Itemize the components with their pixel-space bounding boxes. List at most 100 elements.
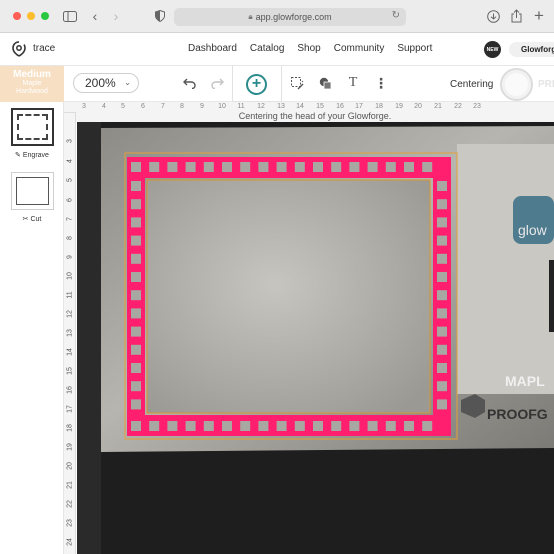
- nav-dashboard[interactable]: Dashboard: [188, 43, 237, 54]
- close-window-button[interactable]: [13, 12, 21, 20]
- text-tool-icon[interactable]: T: [345, 75, 361, 91]
- app-header: trace Dashboard Catalog Shop Community S…: [0, 33, 554, 66]
- cut-operation[interactable]: ✂ Cut: [0, 215, 64, 223]
- add-artwork-button[interactable]: +: [246, 74, 267, 95]
- perforation-square: [131, 399, 141, 410]
- design-canvas[interactable]: glow MAPL PROOFG: [77, 122, 554, 554]
- perforation-square: [437, 253, 447, 264]
- material-label: MAPL: [505, 373, 545, 389]
- vertical-ruler: 3 4 5 6 7 8 9 10 11 12 13 14 15 16 17 18…: [64, 113, 76, 554]
- ruler-tick-label: 18: [66, 424, 74, 432]
- material-selector[interactable]: Medium Maple Hardwood: [0, 66, 64, 102]
- proofgrade-label: PROOFG: [487, 406, 548, 422]
- address-bar[interactable]: 🔒︎ app.glowforge.com ↻: [174, 8, 406, 26]
- ruler-tick-label: 5: [66, 178, 74, 182]
- perforation-square: [131, 217, 141, 228]
- engrave-label: Engrave: [22, 152, 49, 159]
- perforation-square: [131, 181, 141, 191]
- trace-magic-icon[interactable]: [289, 75, 305, 91]
- perforation-square: [437, 344, 447, 355]
- perforation-square: [437, 399, 447, 410]
- operations-panel: ✎ Engrave ✂ Cut: [0, 102, 64, 554]
- perforation-square: [240, 421, 251, 431]
- shield-icon[interactable]: [152, 8, 168, 24]
- minimize-window-button[interactable]: [27, 12, 35, 20]
- ruler-tick-label: 4: [66, 159, 74, 163]
- ruler-tick-label: 16: [336, 103, 344, 110]
- perforation-square: [131, 199, 141, 210]
- zoom-value: 200%: [85, 76, 116, 90]
- perforation-square: [276, 421, 287, 431]
- ruler-tick-label: 12: [257, 103, 265, 110]
- undo-icon[interactable]: [181, 75, 197, 91]
- zoom-window-button[interactable]: [41, 12, 49, 20]
- new-tab-icon[interactable]: +: [531, 6, 547, 25]
- download-icon[interactable]: [485, 8, 501, 24]
- perforation-square: [131, 253, 141, 264]
- ruler-tick-label: 19: [395, 103, 403, 110]
- perforation-square: [258, 421, 269, 431]
- zoom-select[interactable]: 200% ⌄: [73, 73, 139, 93]
- glowforge-logo-icon[interactable]: [11, 41, 27, 57]
- reload-icon[interactable]: ↻: [392, 10, 400, 21]
- perforation-square: [131, 308, 141, 319]
- bed-camera-view: glow MAPL PROOFG: [77, 122, 554, 554]
- ruler-tick-label: 22: [66, 500, 74, 508]
- back-icon[interactable]: ‹: [87, 8, 103, 24]
- more-options-icon[interactable]: ⋮: [373, 75, 389, 91]
- perforation-square: [222, 162, 232, 172]
- material-kind: Hardwood: [16, 88, 48, 95]
- perforation-square: [404, 421, 414, 431]
- ruler-tick-label: 13: [66, 329, 74, 337]
- engrave-thumbnail[interactable]: [11, 108, 54, 146]
- perforation-square: [385, 421, 396, 431]
- redo-icon[interactable]: [209, 75, 225, 91]
- ruler-tick-label: 14: [66, 348, 74, 356]
- nav-support[interactable]: Support: [397, 43, 432, 54]
- ruler-tick-label: 21: [66, 481, 74, 489]
- ruler-tick-label: 18: [375, 103, 383, 110]
- engrave-frame-preview: [17, 114, 48, 140]
- perforation-square: [294, 162, 305, 172]
- print-button[interactable]: [500, 68, 533, 101]
- engrave-operation[interactable]: ✎ Engrave: [0, 151, 64, 159]
- cut-label: Cut: [30, 216, 42, 223]
- nav-shop[interactable]: Shop: [297, 43, 320, 54]
- ruler-tick-label: 23: [473, 103, 481, 110]
- ruler-tick-label: 21: [434, 103, 442, 110]
- perforation-square: [149, 421, 160, 431]
- ruler-tick-label: 10: [218, 103, 226, 110]
- scissors-icon: ✂: [22, 216, 29, 223]
- status-message: Centering the head of your Glowforge.: [76, 110, 554, 122]
- cut-thumbnail[interactable]: [11, 172, 54, 210]
- perforation-square: [422, 421, 433, 431]
- ruler-tick-label: 14: [296, 103, 304, 110]
- engrave-area: [147, 180, 430, 413]
- nav-community[interactable]: Community: [334, 43, 385, 54]
- shapes-icon[interactable]: [317, 75, 333, 91]
- perforation-square: [437, 235, 447, 246]
- perforation-square: [437, 381, 447, 392]
- perforation-square: [437, 308, 447, 319]
- new-badge[interactable]: NEW: [484, 41, 501, 58]
- perforation-square: [313, 162, 323, 172]
- ruler-tick-label: 17: [355, 103, 363, 110]
- ruler-tick-label: 16: [66, 386, 74, 394]
- perforation-square: [167, 421, 178, 431]
- share-icon[interactable]: [508, 8, 524, 24]
- perforation-square: [331, 162, 342, 172]
- ruler-tick-label: 13: [277, 103, 285, 110]
- design-title[interactable]: trace: [33, 43, 55, 54]
- ruler-tick-label: 7: [161, 103, 165, 110]
- perforation-square: [167, 162, 178, 172]
- perforation-square: [367, 162, 378, 172]
- nav-catalog[interactable]: Catalog: [250, 43, 284, 54]
- perforation-square: [331, 421, 342, 431]
- user-menu[interactable]: Glowforge: [509, 42, 554, 57]
- perforation-square: [131, 326, 141, 337]
- ruler-tick-label: 8: [180, 103, 184, 110]
- forward-icon[interactable]: ›: [108, 8, 124, 24]
- perforation-square: [349, 162, 360, 172]
- ruler-tick-label: 8: [66, 236, 74, 240]
- sidebar-toggle-icon[interactable]: [62, 8, 78, 24]
